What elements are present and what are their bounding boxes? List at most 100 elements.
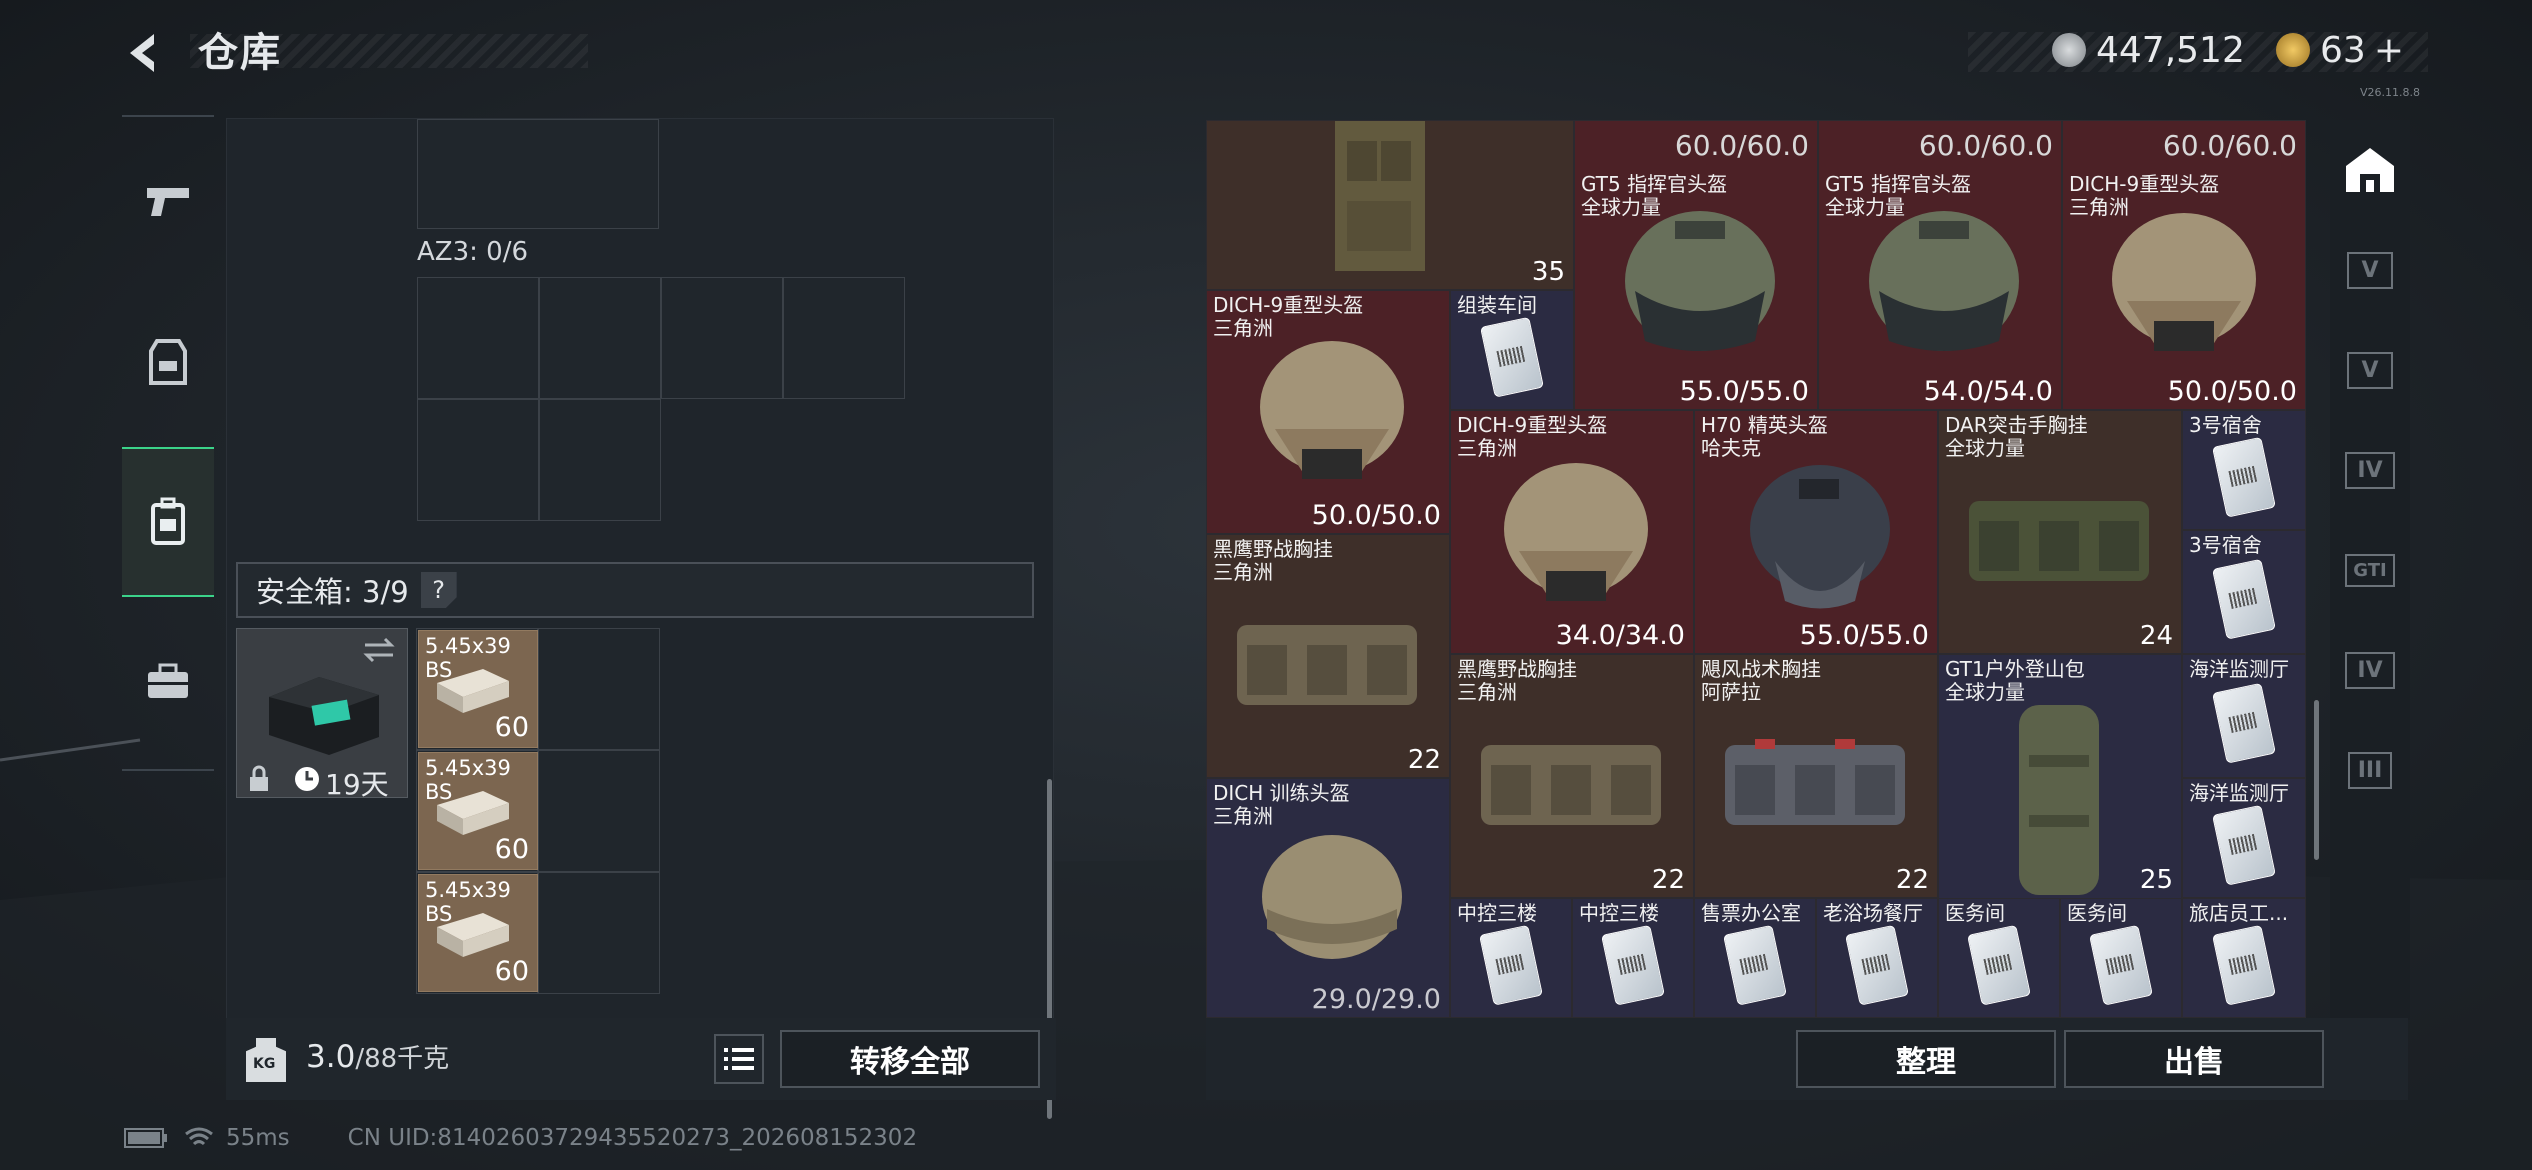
container-grid-top [417,119,659,229]
ammo-name: 5.45x39 [425,878,511,902]
item-name: 售票办公室 [1701,901,1801,925]
grid-slot[interactable] [417,399,539,521]
inventory-item[interactable]: 60.0/60.0 GT5 指挥官头盔 全球力量 54.0/54.0 [1818,120,2062,410]
inventory-item[interactable]: H70 精英头盔 哈夫克 55.0/55.0 [1694,410,1938,654]
key-card-icon [2212,558,2276,640]
level-v-icon: V [2347,351,2393,389]
right-nav: V V IV GTI IV III [2330,120,2410,1020]
grid-slot[interactable] [538,750,660,872]
item-name: 黑鹰野战胸挂 三角洲 [1457,657,1577,704]
back-button[interactable] [120,28,170,78]
inventory-item[interactable]: 老浴场餐厅 [1816,898,1938,1018]
inventory-item[interactable]: 35 [1206,120,1574,290]
right-nav-level-v-2[interactable]: V [2330,320,2410,420]
ammo-item[interactable]: 5.45x39 BS 60 [418,752,538,870]
grid-slot[interactable] [539,399,661,521]
inventory-item[interactable]: 海洋监测厅 [2182,654,2306,778]
inventory-item[interactable]: 黑鹰野战胸挂 三角洲 22 [1450,654,1694,898]
nav-weapons[interactable] [122,125,214,275]
inventory-item[interactable]: 组装车间 [1450,290,1574,410]
ammo-item[interactable]: 5.45x39 BS 60 [418,630,538,748]
weight-max: /88千克 [355,1044,450,1074]
key-card-icon [1601,924,1665,1006]
swap-icon[interactable] [361,635,397,665]
grid-slot[interactable] [538,628,660,750]
grid-slot[interactable] [783,277,905,399]
inventory-item[interactable]: DAR突击手胸挂 全球力量 24 [1938,410,2182,654]
item-durability-top: 60.0/60.0 [1918,129,2053,162]
inventory-item[interactable]: 旅店员工... [2182,898,2306,1018]
item-name: 海洋监测厅 [2189,657,2289,681]
inventory-item[interactable]: 60.0/60.0 GT5 指挥官头盔 全球力量 55.0/55.0 [1574,120,1818,410]
level-iv-icon: IV [2345,451,2395,489]
grid-slot[interactable] [538,872,660,994]
grid-slot[interactable] [417,277,539,399]
vest-item-image [1335,121,1425,271]
right-nav-level-iv-1[interactable]: IV [2330,420,2410,520]
chest-rig-image [1237,625,1417,705]
inventory-item[interactable]: 售票办公室 [1694,898,1816,1018]
list-view-button[interactable] [714,1034,764,1084]
key-card-icon [2212,804,2276,886]
inventory-item[interactable]: 飓风战术胸挂 阿萨拉 22 [1694,654,1938,898]
ticket-icon [2276,33,2310,67]
level-iii-icon: III [2347,751,2393,789]
item-value: 22 [1895,865,1929,895]
page-title: 仓库 [198,30,282,76]
item-name: 飓风战术胸挂 阿萨拉 [1701,657,1821,704]
item-durability: 50.0/50.0 [2167,376,2297,407]
inventory-footer: 整理 出售 [1206,1018,2408,1100]
grid-slot[interactable] [661,277,783,399]
right-nav-level-iii[interactable]: III [2330,720,2410,820]
safe-box-bar: 安全箱: 3/9 ? [236,562,1034,618]
inventory-item[interactable]: 3号宿舍 [2182,410,2306,530]
weight-icon-label: KG [253,1056,276,1072]
inventory-item[interactable]: DICH-9重型头盔 三角洲 34.0/34.0 [1450,410,1694,654]
item-name: 3号宿舍 [2189,533,2262,557]
right-nav-storage[interactable] [2330,120,2410,220]
add-ticket-icon[interactable]: + [2374,30,2404,71]
container-grid-lower [417,399,661,521]
inventory-item[interactable]: 海洋监测厅 [2182,778,2306,898]
inventory-item[interactable]: DICH 训练头盔 三角洲 29.0/29.0 [1206,778,1450,1018]
item-name: 黑鹰野战胸挂 三角洲 [1213,537,1333,584]
chest-rig-image [1969,501,2149,581]
inventory-item[interactable]: 60.0/60.0 DICH-9重型头盔 三角洲 50.0/50.0 [2062,120,2306,410]
grid-slot[interactable] [539,277,661,399]
inventory-item[interactable]: 医务间 [2060,898,2182,1018]
right-nav-level-iv-2[interactable]: IV [2330,620,2410,720]
item-durability-top: 60.0/60.0 [1674,129,1809,162]
inventory-scrollbar[interactable] [2314,700,2319,860]
key-card-icon [1723,924,1787,1006]
ammo-name: 5.45x39 [425,756,511,780]
inventory-item[interactable]: 医务间 [1938,898,2060,1018]
ammo-item[interactable]: 5.45x39 BS 60 [418,874,538,992]
storage-footer: KG 3.0 /88千克 转移全部 [226,1018,1056,1100]
chest-rig-image [1725,739,1905,825]
currency-tickets[interactable]: 63 + [2276,28,2404,72]
inventory-item[interactable]: 中控三楼 [1450,898,1572,1018]
sort-button[interactable]: 整理 [1796,1030,2056,1088]
sell-button[interactable]: 出售 [2064,1030,2324,1088]
right-nav-gti[interactable]: GTI [2330,520,2410,620]
inventory-item[interactable]: DICH-9重型头盔 三角洲 50.0/50.0 [1206,290,1450,534]
key-card-icon [1479,924,1543,1006]
pistol-icon [147,188,189,216]
item-durability: 34.0/34.0 [1555,620,1685,651]
safe-box-item[interactable]: 19天 [236,628,408,801]
backpack-image [2019,705,2099,895]
grid-slot[interactable] [417,119,659,229]
help-button[interactable]: ? [420,572,457,608]
nav-case[interactable] [122,607,214,757]
transfer-all-button[interactable]: 转移全部 [780,1030,1040,1088]
inventory-item[interactable]: 3号宿舍 [2182,530,2306,654]
right-nav-level-v-1[interactable]: V [2330,220,2410,320]
item-name: 组装车间 [1457,293,1537,317]
nav-backpack[interactable] [122,447,214,597]
nav-equipment[interactable] [122,287,214,437]
inventory-item[interactable]: 中控三楼 [1572,898,1694,1018]
inventory-item[interactable]: 黑鹰野战胸挂 三角洲 22 [1206,534,1450,778]
level-iv-icon: IV [2345,651,2395,689]
helmet-image [1262,835,1402,959]
item-name: 医务间 [2067,901,2127,925]
